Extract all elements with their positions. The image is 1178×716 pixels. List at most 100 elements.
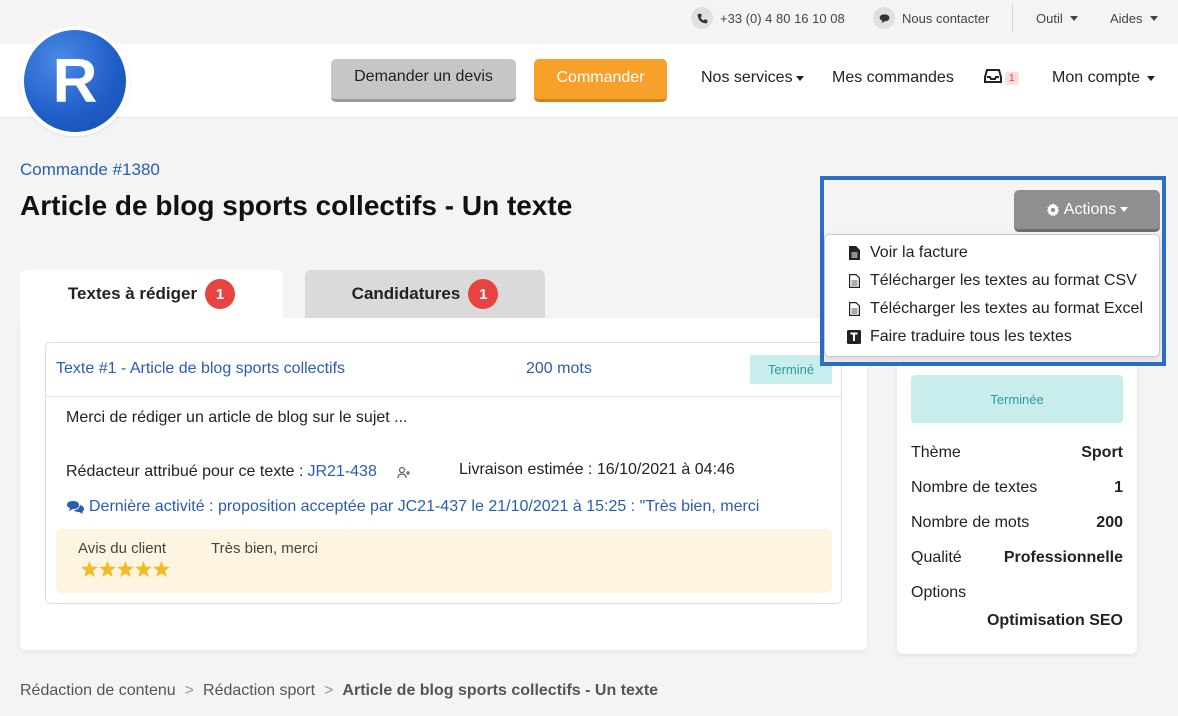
text-description: Merci de rédiger un article de blog sur … — [66, 409, 408, 426]
actions-button[interactable]: Actions — [1014, 190, 1160, 232]
phone-number: +33 (0) 4 80 16 10 08 — [720, 10, 845, 26]
order-summary-panel: Terminée Thème Sport Nombre de textes 1 … — [897, 340, 1137, 654]
star-icon — [81, 561, 98, 577]
breadcrumb-separator: > — [184, 682, 195, 699]
inbox-link[interactable]: 1 — [984, 69, 1019, 88]
add-user-icon[interactable] — [397, 466, 412, 479]
top-utility-bar: +33 (0) 4 80 16 10 08 Nous contacter Out… — [0, 0, 1178, 36]
option-seo: Optimisation SEO — [986, 612, 1123, 629]
tab-label: Candidatures — [351, 284, 461, 303]
text-card-header: Texte #1 - Article de blog sports collec… — [46, 343, 841, 397]
inbox-icon — [984, 69, 1002, 88]
page-title: Article de blog sports collectifs - Un t… — [20, 190, 573, 221]
contact-link[interactable]: Nous contacter — [873, 0, 989, 36]
last-activity-link[interactable]: Dernière activité : proposition acceptée… — [66, 498, 759, 516]
chevron-down-icon — [1120, 207, 1129, 212]
review-text: Très bien, merci — [211, 540, 318, 557]
nav-services-label: Nos services — [701, 69, 793, 86]
breadcrumb: Rédaction de contenu > Rédaction sport >… — [20, 682, 658, 700]
star-icon — [117, 561, 134, 577]
summary-row-options: Options — [911, 584, 1123, 602]
summary-key: Options — [911, 584, 967, 601]
order-reference: Commande #1380 — [20, 160, 160, 179]
breadcrumb-current: Article de blog sports collectifs - Un t… — [342, 682, 659, 699]
text-title-link[interactable]: Texte #1 - Article de blog sports collec… — [56, 360, 345, 378]
main-header: Demander un devis Commander Nos services… — [0, 44, 1178, 118]
nav-account[interactable]: Mon compte — [1052, 69, 1156, 87]
count-badge: 1 — [468, 279, 499, 309]
review-label: Avis du client — [78, 540, 167, 557]
menu-item-label: Télécharger les textes au format Excel — [870, 300, 1144, 317]
divider — [1012, 4, 1013, 32]
summary-key: Qualité — [911, 549, 962, 566]
chevron-down-icon — [1149, 15, 1158, 21]
menu-item-download-excel[interactable]: Télécharger les textes au format Excel — [847, 297, 1143, 321]
menu-item-label: Voir la facture — [870, 244, 968, 261]
order-status-badge: Terminée — [911, 375, 1123, 423]
breadcrumb-separator: > — [324, 682, 334, 699]
estimated-delivery: Livraison estimée : 16/10/2021 à 04:46 — [459, 461, 735, 478]
breadcrumb-item[interactable]: Rédaction sport — [203, 682, 315, 700]
help-label: Aides — [1110, 10, 1143, 26]
menu-item-view-invoice[interactable]: Voir la facture — [847, 241, 968, 265]
help-menu[interactable]: Aides — [1110, 0, 1158, 36]
summary-key: Nombre de textes — [911, 479, 1038, 496]
summary-value: 200 — [1096, 514, 1123, 531]
rating-stars — [81, 561, 170, 577]
file-icon — [847, 274, 861, 288]
summary-row-theme: Thème Sport — [911, 444, 1123, 462]
activity-text: Dernière activité : proposition acceptée… — [89, 498, 760, 515]
file-text-icon — [847, 246, 861, 260]
tab-applications[interactable]: Candidatures 1 — [305, 270, 545, 318]
assigned-writer: Rédacteur attribué pour ce texte : JR21-… — [66, 463, 412, 481]
nav-orders-label: Mes commandes — [832, 69, 954, 86]
phone-icon — [691, 7, 713, 29]
client-review: Avis du client Très bien, merci — [56, 529, 832, 593]
nav-my-orders[interactable]: Mes commandes — [832, 69, 954, 87]
summary-value: 1 — [1114, 479, 1123, 496]
chat-bubble-icon — [873, 7, 895, 29]
count-badge: 1 — [205, 279, 236, 309]
translate-icon — [847, 330, 861, 344]
writer-id-link[interactable]: JR21-438 — [307, 463, 376, 481]
actions-label: Actions — [1063, 200, 1117, 218]
writer-label: Rédacteur attribué pour ce texte : — [66, 463, 304, 480]
text-card: Texte #1 - Article de blog sports collec… — [45, 342, 842, 604]
gear-icon — [1046, 202, 1060, 217]
nav-account-label: Mon compte — [1052, 69, 1141, 86]
summary-row-word-count: Nombre de mots 200 — [911, 514, 1123, 532]
chevron-down-icon — [1069, 15, 1078, 21]
star-icon — [135, 561, 152, 577]
summary-key: Nombre de mots — [911, 514, 1030, 531]
summary-row-quality: Qualité Professionnelle — [911, 549, 1123, 567]
word-count: 200 mots — [526, 360, 592, 377]
contact-label: Nous contacter — [902, 10, 990, 26]
comments-icon — [67, 500, 84, 514]
menu-item-label: Télécharger les textes au format CSV — [870, 272, 1137, 289]
order-button[interactable]: Commander — [534, 59, 667, 102]
tool-menu[interactable]: Outil — [1036, 0, 1078, 36]
menu-item-download-csv[interactable]: Télécharger les textes au format CSV — [847, 269, 1137, 293]
star-icon — [99, 561, 116, 577]
file-icon — [847, 302, 861, 316]
inbox-count-badge: 1 — [1005, 72, 1019, 85]
site-logo[interactable]: R — [20, 26, 130, 136]
tab-texts-to-write[interactable]: Textes à rédiger 1 — [20, 270, 283, 318]
summary-row-text-count: Nombre de textes 1 — [911, 479, 1123, 497]
menu-item-label: Faire traduire tous les textes — [870, 328, 1072, 345]
tool-label: Outil — [1036, 10, 1063, 26]
summary-key: Thème — [911, 444, 961, 461]
menu-item-translate-all[interactable]: Faire traduire tous les textes — [847, 325, 1072, 349]
actions-dropdown-menu: Voir la facture Télécharger les textes a… — [824, 234, 1160, 357]
tab-label: Textes à rédiger — [67, 284, 198, 303]
texts-panel: Texte #1 - Article de blog sports collec… — [20, 318, 867, 650]
breadcrumb-item[interactable]: Rédaction de contenu — [20, 682, 176, 700]
summary-value: Professionnelle — [1003, 549, 1123, 566]
summary-value: Sport — [1081, 444, 1123, 461]
quote-request-button[interactable]: Demander un devis — [331, 59, 516, 102]
chevron-down-icon — [1147, 75, 1156, 81]
chevron-down-icon — [795, 75, 804, 81]
phone-contact[interactable]: +33 (0) 4 80 16 10 08 — [691, 0, 845, 36]
star-icon — [153, 561, 170, 577]
nav-services[interactable]: Nos services — [701, 69, 804, 87]
